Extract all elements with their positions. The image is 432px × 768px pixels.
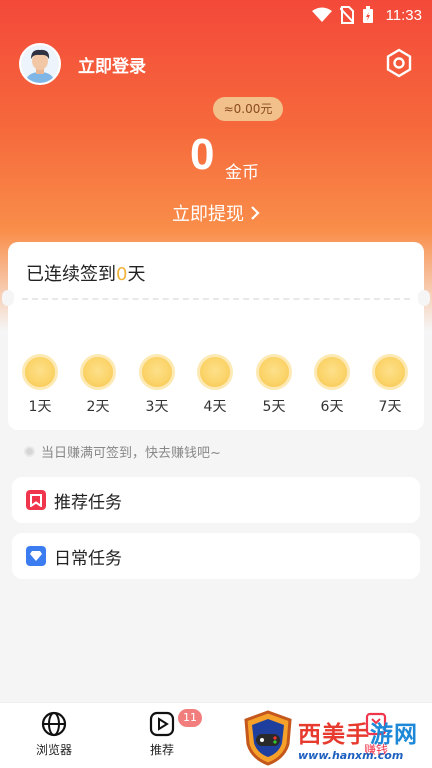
coin-count: 0	[190, 130, 215, 179]
globe-icon	[41, 711, 67, 737]
play-icon	[149, 711, 175, 737]
diamond-icon	[26, 546, 46, 566]
nav-browser[interactable]: 浏览器	[24, 711, 84, 758]
battery-icon	[362, 6, 373, 23]
notification-badge: 11	[178, 709, 202, 727]
wifi-icon	[311, 7, 332, 22]
day-label: 1天	[28, 399, 52, 415]
signin-card: 已连续签到0天 1天 2天 3天 4天 5天 6天 7天	[2, 242, 430, 430]
dashed-divider	[22, 298, 410, 300]
signin-day-7[interactable]: 7天	[370, 354, 410, 416]
signin-day-1[interactable]: 1天	[20, 354, 60, 416]
signin-day-4[interactable]: 4天	[195, 354, 235, 416]
coin-icon	[80, 354, 116, 390]
day-label: 5天	[262, 399, 286, 415]
coin-icon	[372, 354, 408, 390]
nav-label: 推荐	[149, 743, 174, 757]
signin-title: 已连续签到0天	[26, 260, 145, 286]
chevron-right-icon	[251, 206, 260, 220]
task-label: 推荐任务	[54, 492, 122, 513]
signin-title-suffix: 天	[127, 264, 146, 285]
coin-icon	[314, 354, 350, 390]
gamepad-shield-icon	[244, 710, 292, 766]
coin-icon	[22, 354, 58, 390]
day-label: 6天	[320, 399, 344, 415]
no-sim-icon	[339, 6, 354, 24]
nav-label: 浏览器	[35, 743, 72, 757]
day-label: 2天	[86, 399, 110, 415]
signin-day-5[interactable]: 5天	[254, 354, 294, 416]
user-avatar-icon	[21, 45, 59, 83]
signin-day-2[interactable]: 2天	[78, 354, 118, 416]
signin-day-3[interactable]: 3天	[137, 354, 177, 416]
status-bar: 11:33	[0, 0, 432, 30]
watermark-logo: 西美手游网 www.hanxm.com	[242, 709, 432, 767]
withdraw-label: 立即提现	[172, 204, 244, 225]
day-label: 4天	[203, 399, 227, 415]
signin-title-prefix: 已连续签到	[26, 264, 116, 285]
bottom-nav: 浏览器 推荐 11 赚钱 西美手游网 www.hanxm.com	[0, 702, 432, 768]
status-time: 11:33	[385, 6, 422, 24]
task-recommended[interactable]: 推荐任务	[12, 477, 420, 523]
watermark-url: www.hanxm.com	[298, 748, 404, 762]
signin-tip: 当日赚满可签到，快去赚钱吧~	[24, 442, 221, 461]
day-label: 3天	[145, 399, 169, 415]
task-daily[interactable]: 日常任务	[12, 533, 420, 579]
money-balance-pill: ≈0.00元	[213, 97, 283, 121]
task-label: 日常任务	[54, 548, 122, 569]
signin-days-count: 0	[116, 264, 128, 285]
coin-icon	[139, 354, 175, 390]
signin-day-6[interactable]: 6天	[312, 354, 352, 416]
card-notch-right	[418, 290, 430, 306]
bookmark-icon	[26, 490, 46, 510]
coin-unit-label: 金币	[225, 163, 259, 183]
tip-text: 当日赚满可签到，快去赚钱吧~	[41, 446, 221, 461]
withdraw-link[interactable]: 立即提现	[172, 200, 260, 226]
day-label: 7天	[378, 399, 402, 415]
hexagon-gear-icon	[386, 48, 412, 78]
coin-icon	[256, 354, 292, 390]
watermark-title-red: 西美手	[298, 721, 370, 748]
login-link[interactable]: 立即登录	[78, 52, 146, 77]
card-notch-left	[2, 290, 14, 306]
settings-button[interactable]	[384, 48, 414, 78]
coin-icon	[197, 354, 233, 390]
info-dot-icon	[24, 446, 35, 457]
watermark-title-blue: 游网	[370, 721, 418, 748]
avatar[interactable]	[19, 43, 61, 85]
